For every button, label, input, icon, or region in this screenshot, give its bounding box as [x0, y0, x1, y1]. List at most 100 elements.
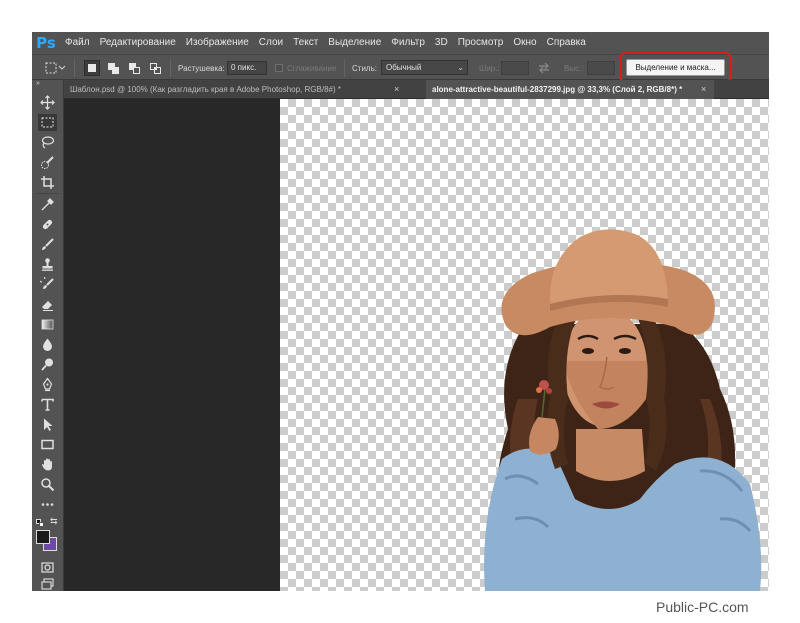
rect-marquee-preset-icon: [45, 62, 66, 74]
options-separator: [170, 59, 171, 77]
width-label: Шир.:: [479, 63, 500, 73]
photoshop-window: Ps Файл Редактирование Изображение Слои …: [32, 32, 769, 591]
style-select-value: Обычный: [386, 63, 422, 72]
collapse-panel-icon[interactable]: »: [36, 80, 40, 87]
dodge-tool[interactable]: [38, 356, 57, 373]
height-input[interactable]: [587, 61, 615, 75]
path-select-tool[interactable]: [38, 416, 57, 433]
document-tab-bar: Шаблон.psd @ 100% (Как разгладить края в…: [64, 80, 769, 99]
brush-tool[interactable]: [38, 236, 57, 253]
gradient-tool[interactable]: [38, 316, 57, 333]
document-canvas-area[interactable]: [64, 99, 769, 591]
menu-filter[interactable]: Фильтр: [386, 32, 430, 54]
tab-close-icon[interactable]: ×: [394, 80, 399, 99]
blur-tool[interactable]: [38, 336, 57, 353]
feather-label: Растушевка:: [178, 63, 225, 73]
brush-icon: [42, 238, 54, 250]
zoom-icon: [41, 478, 55, 492]
history-brush-tool[interactable]: [38, 276, 57, 293]
menu-select[interactable]: Выделение: [323, 32, 386, 54]
menu-help[interactable]: Справка: [542, 32, 591, 54]
quick-mask-icon: [41, 562, 54, 573]
healing-brush-tool[interactable]: [38, 216, 57, 233]
menu-3d[interactable]: 3D: [430, 32, 453, 54]
eyedropper-tool[interactable]: [38, 196, 57, 213]
swap-width-height-button[interactable]: [537, 55, 551, 81]
clone-stamp-tool[interactable]: [38, 256, 57, 273]
options-separator: [344, 59, 345, 77]
chevron-down-icon: ⌄: [457, 63, 464, 72]
default-colors-icon[interactable]: [36, 519, 44, 527]
eraser-tool[interactable]: [38, 296, 57, 313]
type-tool[interactable]: [38, 396, 57, 413]
pen-icon: [42, 377, 53, 392]
height-label: Выс.:: [564, 63, 584, 73]
cutout-woman-image: [484, 229, 762, 591]
transparent-canvas[interactable]: [280, 99, 769, 591]
rect-marquee-tool[interactable]: [38, 114, 57, 131]
screen-mode-icon: [41, 578, 54, 590]
tools-panel: » ⇆: [32, 80, 64, 591]
more-tools-button[interactable]: [38, 496, 57, 513]
menu-layer[interactable]: Слои: [254, 32, 288, 54]
blur-icon: [43, 338, 52, 351]
new-selection-button[interactable]: [84, 60, 100, 76]
lasso-tool[interactable]: [38, 134, 57, 151]
screen-mode-button[interactable]: [38, 576, 57, 591]
highlight-annotation: [619, 52, 732, 83]
menu-type[interactable]: Текст: [288, 32, 323, 54]
dodge-icon: [41, 358, 53, 371]
menu-window[interactable]: Окно: [508, 32, 541, 54]
antialias-checkbox-box: [275, 64, 283, 72]
pen-tool[interactable]: [38, 376, 57, 393]
tab-title: Шаблон.psd @ 100% (Как разгладить края в…: [70, 85, 341, 94]
rectangle-shape-icon: [41, 439, 54, 450]
menu-bar: Ps Файл Редактирование Изображение Слои …: [32, 32, 769, 54]
history-brush-icon: [40, 277, 54, 289]
rectangle-shape-tool[interactable]: [38, 436, 57, 453]
site-watermark: Public-PC.com: [656, 599, 749, 615]
quick-select-icon: [41, 156, 54, 169]
menu-edit[interactable]: Редактирование: [95, 32, 181, 54]
crop-icon: [41, 176, 54, 189]
tool-preset-picker[interactable]: [44, 55, 66, 81]
zoom-tool[interactable]: [38, 476, 57, 493]
swap-arrows-icon: [539, 62, 549, 74]
hand-tool[interactable]: [38, 456, 57, 473]
crop-tool[interactable]: [38, 174, 57, 191]
quick-select-tool[interactable]: [38, 154, 57, 171]
add-to-selection-button[interactable]: [105, 60, 121, 76]
lasso-icon: [41, 136, 55, 149]
options-separator: [74, 59, 75, 77]
foreground-color-swatch[interactable]: [36, 530, 50, 544]
tab-title: alone-attractive-beautiful-2837299.jpg @…: [432, 85, 683, 94]
style-select[interactable]: Обычный ⌄: [381, 60, 468, 75]
photoshop-logo: Ps: [36, 34, 56, 52]
document-tab-template[interactable]: Шаблон.psd @ 100% (Как разгладить края в…: [64, 80, 386, 99]
tab-close-icon[interactable]: ×: [701, 80, 706, 99]
width-input[interactable]: [501, 61, 529, 75]
feather-input[interactable]: 0 пикс.: [227, 61, 267, 75]
antialias-checkbox[interactable]: Сглаживание: [275, 55, 336, 81]
move-tool[interactable]: [38, 94, 57, 111]
quick-mask-button[interactable]: [38, 559, 57, 576]
gradient-icon: [41, 319, 54, 330]
subtract-from-selection-button[interactable]: [126, 60, 142, 76]
menu-file[interactable]: Файл: [60, 32, 95, 54]
hand-icon: [42, 458, 52, 471]
antialias-label: Сглаживание: [287, 63, 337, 73]
clone-stamp-icon: [42, 258, 53, 271]
rect-marquee-icon: [41, 117, 54, 128]
eraser-icon: [42, 301, 53, 311]
menu-image[interactable]: Изображение: [181, 32, 254, 54]
swap-colors-icon[interactable]: ⇆: [50, 516, 58, 527]
document-tab-photo[interactable]: alone-attractive-beautiful-2837299.jpg @…: [426, 80, 714, 99]
type-icon: [41, 398, 54, 411]
healing-brush-icon: [42, 219, 53, 230]
menu-view[interactable]: Просмотр: [453, 32, 509, 54]
path-select-icon: [44, 418, 53, 431]
move-icon: [40, 95, 55, 110]
intersect-selection-button[interactable]: [147, 60, 163, 76]
style-label: Стиль:: [352, 63, 377, 73]
eyedropper-icon: [41, 198, 54, 211]
